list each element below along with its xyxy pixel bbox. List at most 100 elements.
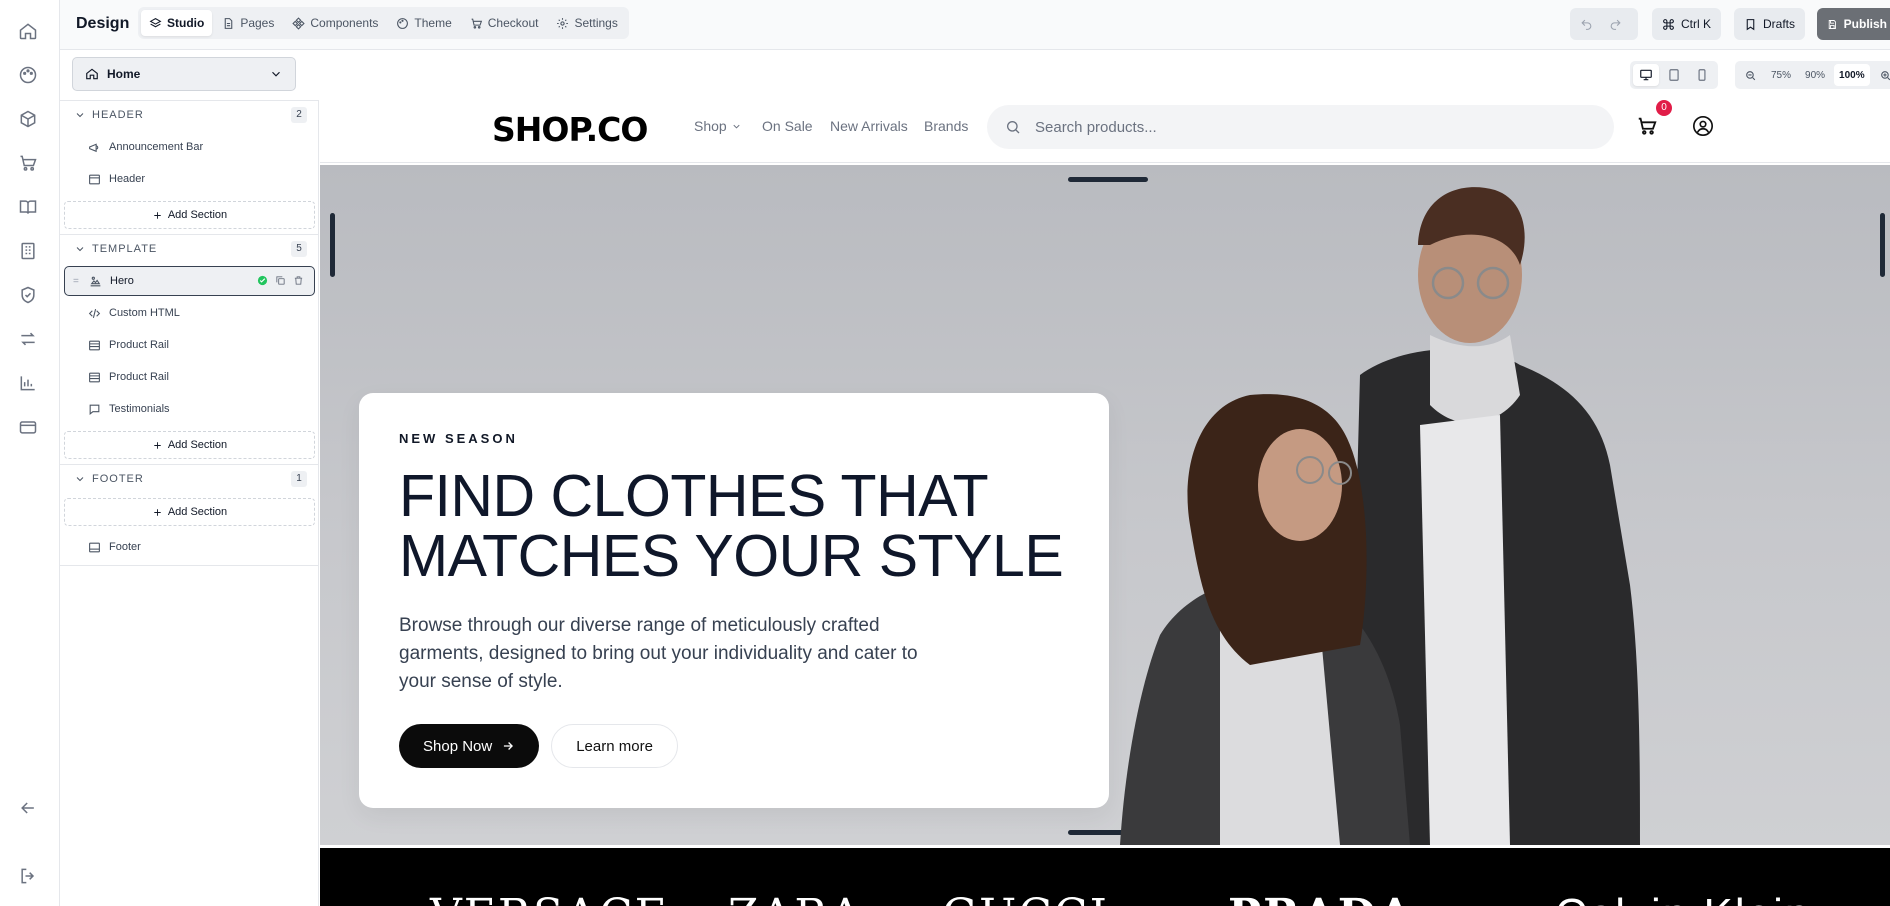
layout-icon	[89, 174, 100, 184]
undo-redo-group	[1570, 8, 1638, 40]
zoom-100-button[interactable]: 100%	[1834, 64, 1870, 86]
tablet-icon	[1669, 69, 1679, 81]
zoom-controls: 75% 90% 100%	[1735, 61, 1890, 89]
section-announcement-bar[interactable]: Announcement Bar	[64, 132, 315, 162]
shop-now-button[interactable]: Shop Now	[399, 724, 540, 768]
analytics-icon[interactable]	[18, 373, 38, 393]
chevron-down-icon	[76, 247, 84, 252]
zoom-out-button[interactable]	[1739, 64, 1762, 86]
back-arrow-icon[interactable]	[18, 798, 38, 818]
tab-checkout[interactable]: Checkout	[462, 10, 547, 36]
tab-pages[interactable]: Pages	[214, 10, 282, 36]
account-icon[interactable]	[1692, 115, 1714, 137]
message-icon	[89, 404, 100, 415]
design-studio-app: Design Studio Pages Components Theme Che…	[0, 0, 1890, 906]
undo-icon[interactable]	[1580, 18, 1593, 31]
home-icon[interactable]	[18, 21, 38, 41]
icon-rail	[0, 0, 60, 906]
group-header[interactable]: HEADER 2	[60, 100, 319, 130]
hero-section[interactable]: NEW SEASON FIND CLOTHES THAT MATCHES YOU…	[320, 165, 1890, 845]
section-actions	[257, 275, 304, 286]
tablet-view-button[interactable]	[1661, 64, 1687, 86]
add-section-button[interactable]: Add Section	[64, 498, 315, 526]
shield-icon[interactable]	[18, 285, 38, 305]
desktop-view-button[interactable]	[1633, 64, 1659, 86]
palette-icon	[397, 17, 409, 29]
section-custom-html[interactable]: Custom HTML	[64, 298, 315, 328]
transfer-icon[interactable]	[18, 329, 38, 349]
sections-panel: HEADER 2 Announcement Bar Header Add Sec…	[60, 100, 319, 906]
chevron-down-icon	[272, 71, 280, 77]
zoom-75-button[interactable]: 75%	[1766, 64, 1796, 86]
arrow-right-icon	[504, 742, 514, 750]
store-logo[interactable]: SHOP.CO	[492, 110, 648, 149]
nav-on-sale[interactable]: On Sale	[762, 118, 813, 134]
redo-icon[interactable]	[1609, 18, 1622, 31]
book-icon[interactable]	[18, 197, 38, 217]
duplicate-icon[interactable]	[275, 275, 286, 286]
hero-title: FIND CLOTHES THAT MATCHES YOUR STYLE	[399, 463, 1064, 589]
command-palette-button[interactable]: Ctrl K	[1652, 8, 1721, 40]
learn-more-button[interactable]: Learn more	[551, 724, 678, 768]
palette-icon[interactable]	[18, 65, 38, 85]
drag-handle-icon[interactable]: =	[73, 276, 79, 287]
file-icon	[225, 17, 233, 29]
section-hero[interactable]: = Hero	[64, 266, 315, 296]
check-circle-icon	[257, 275, 268, 286]
nav-shop[interactable]: Shop	[694, 118, 742, 134]
desktop-icon	[1640, 69, 1652, 81]
hero-buttons: Shop Now Learn more	[399, 724, 1069, 768]
section-product-rail[interactable]: Product Rail	[64, 362, 315, 392]
zoom-90-button[interactable]: 90%	[1800, 64, 1830, 86]
hero-kicker: NEW SEASON	[399, 431, 518, 446]
logout-icon[interactable]	[18, 866, 38, 886]
app-title: Design	[76, 15, 130, 32]
bookmark-icon	[1746, 18, 1755, 30]
tab-components[interactable]: Components	[284, 10, 386, 36]
save-icon	[1828, 19, 1836, 29]
resize-handle-left[interactable]	[330, 213, 335, 277]
group-count-badge: 5	[291, 241, 307, 257]
nav-brands[interactable]: Brands	[924, 118, 968, 134]
brand-logo: ZARA	[728, 890, 863, 906]
credit-card-icon[interactable]	[18, 417, 38, 437]
plus-icon	[154, 211, 161, 219]
group-footer[interactable]: FOOTER 1	[60, 464, 319, 494]
hero-description: Browse through our diverse range of meti…	[399, 615, 918, 692]
rows-icon	[89, 372, 100, 382]
section-testimonials[interactable]: Testimonials	[64, 394, 315, 424]
page-selector[interactable]: Home	[72, 57, 296, 91]
tab-settings[interactable]: Settings	[548, 10, 625, 36]
cart-icon[interactable]	[18, 153, 38, 173]
trash-icon[interactable]	[293, 275, 304, 286]
mobile-view-button[interactable]	[1689, 64, 1715, 86]
publish-button[interactable]: Publish	[1817, 8, 1890, 40]
chevron-down-icon	[76, 113, 84, 118]
store-search-input[interactable]: Search products...	[987, 105, 1614, 149]
add-section-button[interactable]: Add Section	[64, 431, 315, 459]
home-icon	[86, 68, 98, 80]
nav-new-arrivals[interactable]: New Arrivals	[830, 118, 908, 134]
cart-icon	[471, 18, 482, 29]
brand-logo: VERSACE	[430, 890, 669, 906]
store-navbar: SHOP.CO Shop On Sale New Arrivals Brands…	[320, 100, 1890, 163]
section-footer[interactable]: Footer	[64, 532, 315, 562]
drafts-button[interactable]: Drafts	[1734, 8, 1806, 40]
cart-icon[interactable]	[1636, 115, 1658, 137]
building-icon[interactable]	[18, 241, 38, 261]
preview-canvas: SHOP.CO Shop On Sale New Arrivals Brands…	[320, 100, 1890, 906]
brand-strip: VERSACE ZARA GUCCI PRADA Calvin Klein	[320, 848, 1890, 906]
section-header[interactable]: Header	[64, 164, 315, 194]
zoom-out-icon	[1746, 70, 1756, 80]
tab-theme[interactable]: Theme	[388, 10, 459, 36]
hero-model-image	[1120, 187, 1640, 845]
add-section-button[interactable]: Add Section	[64, 201, 315, 229]
group-template[interactable]: TEMPLATE 5	[60, 234, 319, 264]
resize-handle-right[interactable]	[1880, 213, 1885, 277]
package-icon[interactable]	[18, 109, 38, 129]
brand-logo: PRADA	[1228, 890, 1414, 906]
tab-studio[interactable]: Studio	[141, 10, 213, 36]
brand-logo: Calvin Klein	[1555, 890, 1811, 906]
zoom-in-button[interactable]	[1874, 64, 1890, 86]
section-product-rail[interactable]: Product Rail	[64, 330, 315, 360]
